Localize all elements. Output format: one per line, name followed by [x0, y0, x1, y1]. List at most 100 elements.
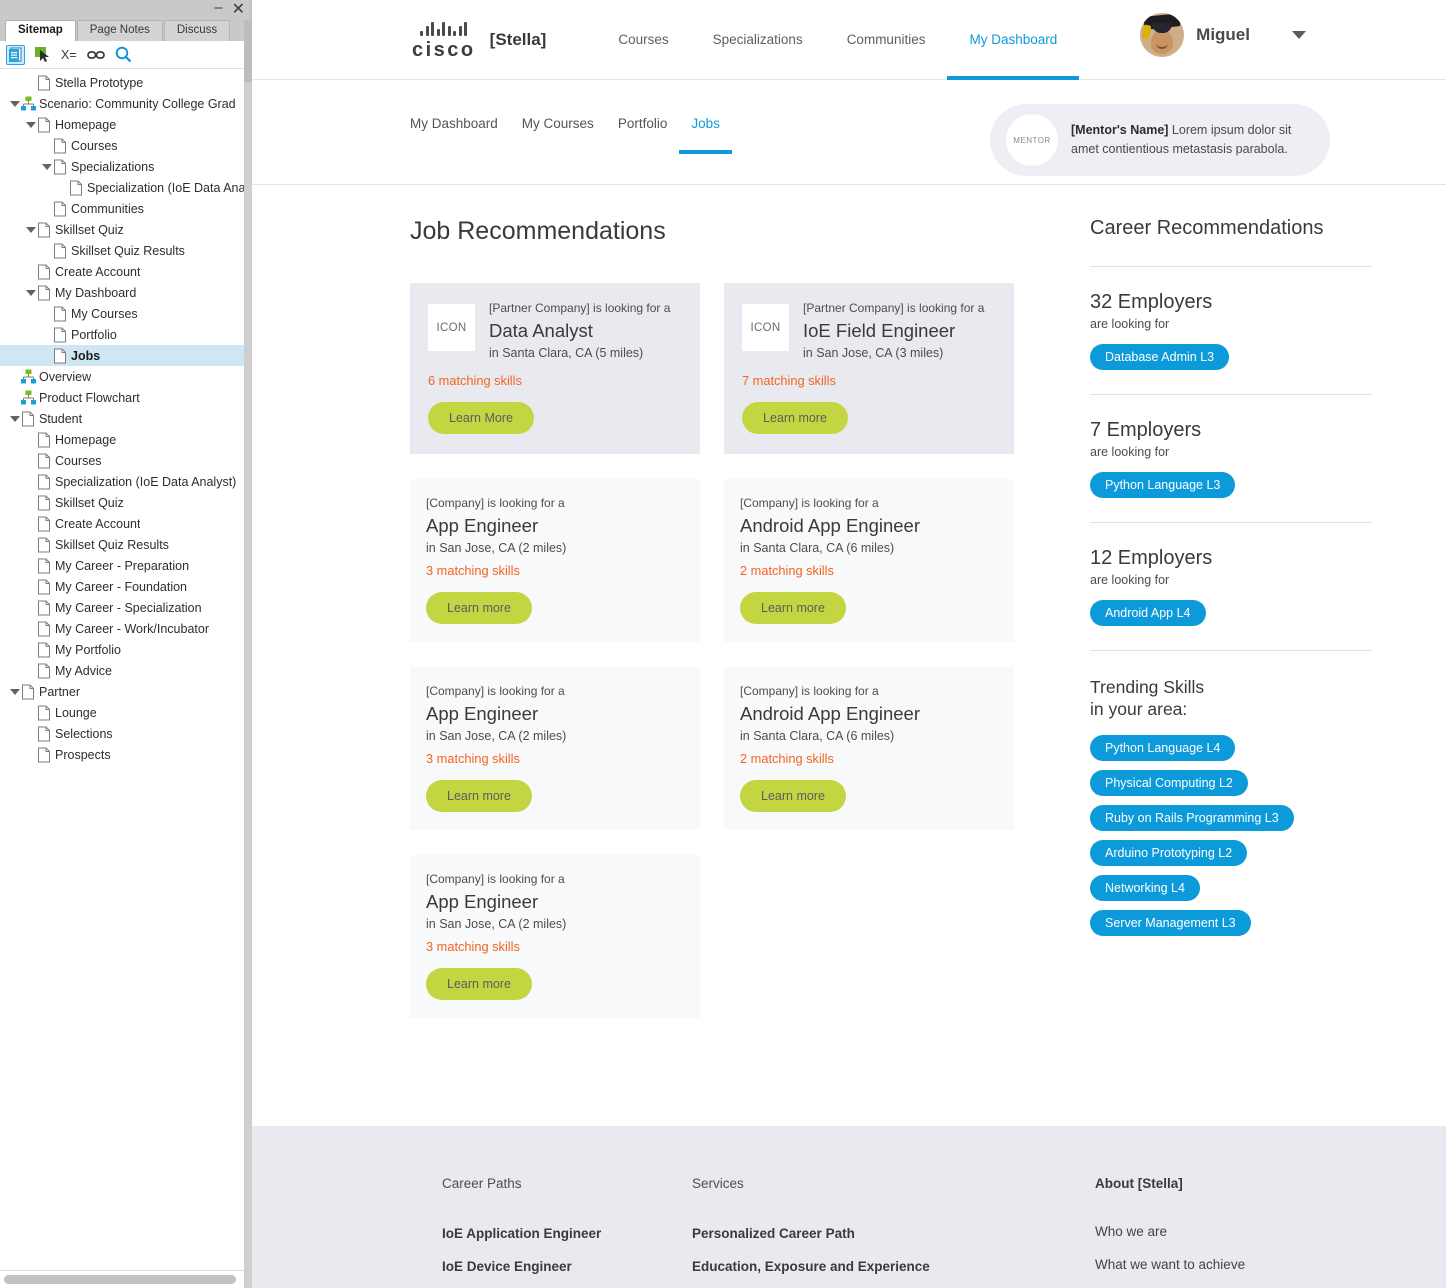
sitemap-node-homepage[interactable]: Homepage [0, 429, 251, 450]
sitemap-tree[interactable]: Stella Prototype Scenario: Community Coll… [0, 69, 251, 1270]
sitemap-node-partner[interactable]: Partner [0, 681, 251, 702]
sitemap-node-specializations[interactable]: Specializations [0, 156, 251, 177]
trending-skill-pill[interactable]: Server Management L3 [1090, 910, 1251, 936]
sitemap-node-skillset-quiz[interactable]: Skillset Quiz [0, 492, 251, 513]
sitemap-node-my-portfolio[interactable]: My Portfolio [0, 639, 251, 660]
sitemap-node-scenario-community-college-grad[interactable]: Scenario: Community College Grad [0, 93, 251, 114]
job-card[interactable]: [Company] is looking for a Android App En… [724, 667, 1014, 830]
vscroll-thumb[interactable] [244, 20, 252, 82]
search-icon[interactable] [115, 46, 132, 63]
sitemap-node-communities[interactable]: Communities [0, 198, 251, 219]
sitemap-node-specialization-ioe-data-analyst[interactable]: Specialization (IoE Data Analyst) [0, 471, 251, 492]
variables-icon[interactable]: X= [61, 48, 77, 62]
caret-expanded-icon[interactable] [24, 286, 37, 299]
sitemap-node-overview[interactable]: Overview [0, 366, 251, 387]
job-card[interactable]: [Company] is looking for a App Engineer in… [410, 855, 700, 1018]
trending-skill-pill[interactable]: Python Language L4 [1090, 735, 1236, 761]
tab-my-courses[interactable]: My Courses [510, 116, 606, 153]
matching-skills-count: 2 matching skills [740, 751, 834, 766]
sitemap-node-my-courses[interactable]: My Courses [0, 303, 251, 324]
learn-more-button[interactable]: Learn more [426, 592, 532, 624]
caret-expanded-icon[interactable] [8, 685, 21, 698]
sitemap-node-my-dashboard[interactable]: My Dashboard [0, 282, 251, 303]
skill-pill[interactable]: Python Language L3 [1090, 472, 1236, 498]
caret-expanded-icon[interactable] [24, 223, 37, 236]
nav-courses[interactable]: Courses [596, 0, 690, 80]
sitemap-node-my-career-work-incubator[interactable]: My Career - Work/Incubator [0, 618, 251, 639]
footer-link[interactable]: Education, Exposure and Experience [692, 1259, 1095, 1274]
caret-expanded-icon[interactable] [8, 412, 21, 425]
caret-placeholder [40, 244, 53, 257]
tab-page-notes[interactable]: Page Notes [76, 20, 163, 41]
footer-link[interactable]: What we want to achieve [1095, 1257, 1345, 1272]
hscroll-thumb[interactable] [4, 1275, 236, 1284]
sitemap-node-courses[interactable]: Courses [0, 135, 251, 156]
learn-more-button[interactable]: Learn more [740, 780, 846, 812]
sitemap-node-skillset-quiz-results[interactable]: Skillset Quiz Results [0, 534, 251, 555]
footer-heading: Career Paths [442, 1176, 522, 1191]
footer-link[interactable]: IoE Application Engineer [442, 1226, 692, 1241]
sitemap-node-courses[interactable]: Courses [0, 450, 251, 471]
footer-link[interactable]: Who we are [1095, 1224, 1345, 1239]
sitemap-node-my-advice[interactable]: My Advice [0, 660, 251, 681]
cursor-icon[interactable] [35, 46, 51, 63]
sitemap-node-prospects[interactable]: Prospects [0, 744, 251, 765]
learn-more-button[interactable]: Learn more [740, 592, 846, 624]
tab-my-dashboard[interactable]: My Dashboard [410, 116, 510, 153]
learn-more-button[interactable]: Learn more [426, 968, 532, 1000]
trending-skill-pill[interactable]: Arduino Prototyping L2 [1090, 840, 1248, 866]
sitemap-node-homepage[interactable]: Homepage [0, 114, 251, 135]
sitemap-node-my-career-foundation[interactable]: My Career - Foundation [0, 576, 251, 597]
caret-expanded-icon[interactable] [8, 97, 21, 110]
learn-more-button[interactable]: Learn More [428, 402, 534, 434]
learn-more-button[interactable]: Learn more [426, 780, 532, 812]
nav-specializations[interactable]: Specializations [691, 0, 825, 80]
trending-skill-pill[interactable]: Ruby on Rails Programming L3 [1090, 805, 1294, 831]
footer-link[interactable]: Personalized Career Path [692, 1226, 1095, 1241]
job-card[interactable]: ICON [Partner Company] is looking for a Io… [724, 283, 1014, 454]
sitemap-node-my-career-specialization[interactable]: My Career - Specialization [0, 597, 251, 618]
caret-expanded-icon[interactable] [40, 160, 53, 173]
job-card[interactable]: [Company] is looking for a App Engineer in… [410, 479, 700, 642]
sitemap-node-stella-prototype[interactable]: Stella Prototype [0, 72, 251, 93]
minimize-icon[interactable]: – [214, 0, 222, 15]
job-card[interactable]: [Company] is looking for a App Engineer in… [410, 667, 700, 830]
trending-skill-pill[interactable]: Physical Computing L2 [1090, 770, 1248, 796]
user-menu[interactable]: Miguel [1140, 13, 1306, 57]
sitemap-node-portfolio[interactable]: Portfolio [0, 324, 251, 345]
skill-pill[interactable]: Android App L4 [1090, 600, 1206, 626]
sitemap-node-product-flowchart[interactable]: Product Flowchart [0, 387, 251, 408]
tab-jobs[interactable]: Jobs [679, 116, 732, 154]
footer-link[interactable]: IoE Device Engineer [442, 1259, 692, 1274]
nav-communities[interactable]: Communities [825, 0, 948, 80]
trending-skill-pill[interactable]: Networking L4 [1090, 875, 1200, 901]
chevron-down-icon[interactable] [1292, 31, 1306, 39]
brand[interactable]: cisco [Stella] [412, 18, 546, 62]
skill-pill[interactable]: Database Admin L3 [1090, 344, 1230, 370]
job-title: Data Analyst [489, 320, 593, 341]
sitemap-node-skillset-quiz-results[interactable]: Skillset Quiz Results [0, 240, 251, 261]
tab-sitemap[interactable]: Sitemap [5, 20, 76, 41]
pages-icon[interactable] [6, 44, 25, 65]
link-icon[interactable] [86, 49, 105, 61]
job-card[interactable]: [Company] is looking for a Android App En… [724, 479, 1014, 642]
sitemap-node-my-career-preparation[interactable]: My Career - Preparation [0, 555, 251, 576]
job-card[interactable]: ICON [Partner Company] is looking for a Da… [410, 283, 700, 454]
sitemap-node-selections[interactable]: Selections [0, 723, 251, 744]
sitemap-node-create-account[interactable]: Create Account [0, 261, 251, 282]
tab-discuss[interactable]: Discuss [163, 20, 231, 41]
sitemap-node-create-account[interactable]: Create Account [0, 513, 251, 534]
sitemap-node-specialization-ioe-data-analy[interactable]: Specialization (IoE Data Analy [0, 177, 251, 198]
close-icon[interactable]: ✕ [232, 2, 245, 18]
learn-more-button[interactable]: Learn more [742, 402, 848, 434]
panel-vertical-scrollbar[interactable] [244, 20, 252, 1288]
sitemap-node-skillset-quiz[interactable]: Skillset Quiz [0, 219, 251, 240]
sitemap-node-jobs[interactable]: Jobs [0, 345, 251, 366]
sitemap-node-student[interactable]: Student [0, 408, 251, 429]
sitemap-node-lounge[interactable]: Lounge [0, 702, 251, 723]
vscroll-track[interactable] [244, 82, 252, 1288]
tab-portfolio[interactable]: Portfolio [606, 116, 680, 153]
caret-expanded-icon[interactable] [24, 118, 37, 131]
nav-my-dashboard[interactable]: My Dashboard [947, 0, 1080, 80]
horizontal-scrollbar[interactable] [0, 1270, 251, 1288]
